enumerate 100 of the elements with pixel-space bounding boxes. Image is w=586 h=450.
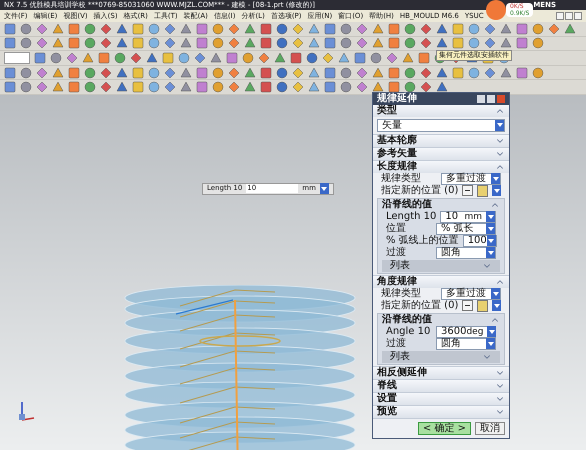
plus-icon[interactable] [462,185,473,196]
toolbar-icon[interactable] [148,22,160,35]
value-input[interactable]: 100 [462,234,497,247]
toolbar-icon[interactable] [548,22,560,35]
value-input[interactable]: 10 mm [440,210,496,223]
toolbar-icon[interactable] [50,52,62,64]
plus-icon[interactable] [462,300,473,312]
toolbar-icon[interactable] [292,81,304,94]
toolbar-icon[interactable] [228,81,240,94]
toolbar-icon[interactable] [36,22,48,35]
toolbar-icon[interactable] [306,52,318,64]
list-header[interactable]: 列表 [382,350,500,363]
minimize-icon[interactable] [487,94,495,103]
toolbar-icon[interactable] [212,66,224,79]
toolbar-icon[interactable] [340,66,352,79]
toolbar-icon[interactable] [276,37,288,50]
point-icon[interactable] [476,300,488,312]
toolbar-icon[interactable] [100,66,112,79]
point-icon[interactable] [476,184,488,197]
toolbar-icon[interactable] [100,81,112,94]
toolbar-icon[interactable] [370,52,382,64]
toolbar-icon[interactable] [532,37,544,50]
toolbar-icon[interactable] [292,37,304,50]
toolbar-icon[interactable] [420,81,432,94]
section-header[interactable]: 脊线 [373,380,509,392]
toolbar-icon[interactable] [148,37,160,50]
value-input[interactable]: 3600deg [436,326,496,338]
toolbar-icon[interactable] [100,37,112,50]
toolbar-icon[interactable] [340,37,352,50]
toolbar-icon[interactable] [130,52,142,64]
toolbar-icon[interactable] [242,52,254,64]
toolbar-icon[interactable] [20,81,32,94]
toolbar-icon[interactable] [356,66,368,79]
toolbar-icon[interactable] [292,22,304,35]
toolbar-icon[interactable] [178,52,190,64]
toolbar-icon[interactable] [276,66,288,79]
list-header[interactable]: 列表 [382,260,500,272]
toolbar-icon[interactable] [404,22,416,35]
section-header[interactable]: 设置 [373,392,509,405]
toolbar-icon[interactable] [356,22,368,35]
toolbar-icon[interactable] [84,81,96,94]
toolbar-icon[interactable] [20,66,32,79]
law-dropdown[interactable]: 圆角 [436,338,496,350]
toolbar-icon[interactable] [84,66,96,79]
toolbar-icon[interactable] [420,22,432,35]
toolbar-icon[interactable] [532,22,544,35]
toolbar-icon[interactable] [84,22,96,35]
toolbar-icon[interactable] [484,22,496,35]
toolbar-icon[interactable] [20,37,32,50]
toolbar-icon[interactable] [340,22,352,35]
toolbar-icon[interactable] [420,37,432,50]
toolbar-icon[interactable] [322,52,334,64]
toolbar-icon[interactable] [292,66,304,79]
toolbar-icon[interactable] [194,52,206,64]
ok-button[interactable]: < 确定 > [418,422,471,435]
toolbar-icon[interactable] [484,66,496,79]
reset-icon[interactable] [477,94,485,103]
toolbar-icon[interactable] [420,66,432,79]
type-dropdown[interactable]: 矢量 [377,118,505,132]
toolbar-icon[interactable] [212,22,224,35]
toolbar-icon[interactable] [36,66,48,79]
section-header[interactable]: 预览 [373,406,509,418]
toolbar-icon[interactable] [468,22,480,35]
toolbar-icon[interactable] [228,22,240,35]
toolbar-icon[interactable] [436,81,448,94]
toolbar-icon[interactable] [484,37,496,50]
toolbar-icon[interactable] [36,37,48,50]
toolbar-icon[interactable] [532,66,544,79]
toolbar-icon[interactable] [36,81,48,94]
toolbar-icon[interactable] [84,37,96,50]
toolbar-icon[interactable] [148,81,160,94]
section-header[interactable]: 类型 [373,104,509,117]
law-dropdown[interactable]: 多重过渡 [441,288,501,300]
cancel-button[interactable]: 取消 [475,422,505,435]
section-header[interactable]: 长度规律 [373,160,509,173]
section-header[interactable]: 基本轮廓 [373,134,509,147]
toolbar-icon[interactable] [212,37,224,50]
toolbar-icon[interactable] [386,52,398,64]
section-header[interactable]: 角度规律 [373,276,509,288]
toolbar-icon[interactable] [404,81,416,94]
toolbar-icon[interactable] [258,52,270,64]
toolbar-icon[interactable] [164,22,176,35]
toolbar-icon[interactable] [340,81,352,94]
selection-filter-field[interactable] [4,52,30,64]
toolbar-icon[interactable] [276,81,288,94]
law-dropdown[interactable]: % 弧长 [436,222,496,235]
law-dropdown[interactable]: 多重过渡 [441,172,501,185]
toolbar-icon[interactable] [276,22,288,35]
toolbar-icon[interactable] [468,37,480,50]
toolbar-icon[interactable] [100,22,112,35]
toolbar-icon[interactable] [66,52,78,64]
toolbar-icon[interactable] [404,37,416,50]
toolbar-icon[interactable] [404,66,416,79]
toolbar-icon[interactable] [148,66,160,79]
toolbar-icon[interactable] [468,66,480,79]
toolbar-icon[interactable] [164,66,176,79]
toolbar-icon[interactable] [212,81,224,94]
toolbar-icon[interactable] [228,66,240,79]
toolbar-icon[interactable] [164,81,176,94]
toolbar-icon[interactable] [164,37,176,50]
